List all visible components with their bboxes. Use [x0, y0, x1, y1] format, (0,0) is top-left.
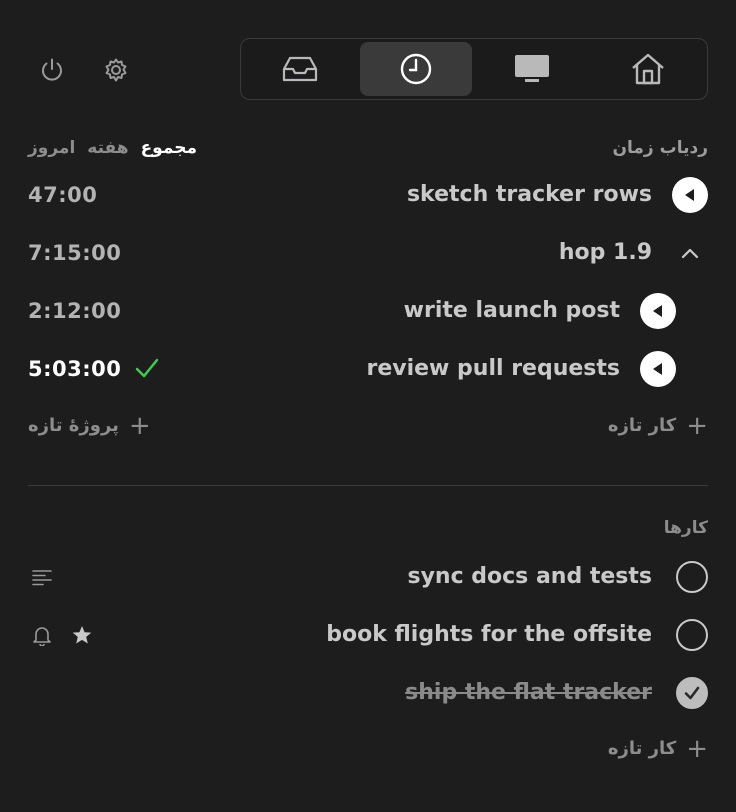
range-total[interactable]: مجموع: [141, 138, 197, 158]
task-item: book flights for the offsite: [0, 615, 736, 655]
tab-timer[interactable]: [360, 42, 472, 96]
range-selector: مجموع هفته امروز: [28, 138, 197, 158]
gear-icon: [105, 58, 127, 82]
task-checkbox[interactable]: [676, 561, 708, 593]
row-name[interactable]: sketch tracker rows: [407, 175, 652, 215]
task-checkbox-checked[interactable]: [676, 677, 708, 709]
checkmark-icon: [684, 686, 700, 700]
row-time: 2:12:00: [28, 299, 122, 323]
tab-home[interactable]: [592, 42, 704, 96]
star-icon[interactable]: [70, 623, 94, 647]
task-name[interactable]: book flights for the offsite: [326, 615, 652, 655]
tracker-row: 2:12:00 write launch post: [0, 291, 736, 331]
tracker-row: 47:00 sketch tracker rows: [0, 175, 736, 215]
task-item-done: ship the flat tracker: [0, 673, 736, 713]
tracker-row: 5:03:00 review pull requests: [0, 349, 736, 389]
power-button[interactable]: [34, 52, 70, 88]
plus-icon: +: [686, 411, 708, 441]
new-project-button[interactable]: + پروژهٔ تازه: [28, 411, 151, 441]
range-week[interactable]: هفته: [87, 138, 128, 158]
play-icon: [653, 305, 662, 317]
play-icon: [685, 189, 694, 201]
tab-screen[interactable]: [476, 42, 588, 96]
task-item: sync docs and tests: [0, 557, 736, 597]
task-checkbox[interactable]: [676, 619, 708, 651]
range-today[interactable]: امروز: [28, 138, 75, 158]
row-time: 47:00: [28, 183, 98, 207]
bell-icon[interactable]: [30, 623, 54, 647]
row-time: 7:15:00: [28, 241, 122, 265]
tasks-title: کارها: [663, 518, 708, 538]
inbox-icon: [282, 56, 318, 82]
row-name[interactable]: review pull requests: [366, 349, 620, 389]
new-project-label: پروژهٔ تازه: [28, 415, 119, 436]
tab-inbox[interactable]: [244, 42, 356, 96]
play-button[interactable]: [640, 351, 676, 387]
chevron-up-icon: [681, 248, 699, 259]
checkmark-icon: [135, 358, 159, 378]
tracker-title: ردیاب زمان: [612, 138, 708, 158]
home-icon: [632, 53, 664, 85]
row-time: 5:03:00: [28, 357, 122, 381]
monitor-icon: [515, 55, 549, 82]
task-name[interactable]: ship the flat tracker: [405, 673, 652, 713]
plus-icon: +: [128, 411, 151, 441]
play-button[interactable]: [640, 293, 676, 329]
settings-button[interactable]: [98, 52, 134, 88]
collapse-button[interactable]: [672, 235, 708, 271]
new-task-label: کار تازه: [607, 415, 677, 436]
power-icon: [42, 58, 62, 81]
row-name[interactable]: hop 1.9: [559, 233, 652, 273]
row-name[interactable]: write launch post: [404, 291, 620, 331]
tracker-row-project: 7:15:00 hop 1.9: [0, 233, 736, 273]
play-icon: [653, 363, 662, 375]
new-task-button-bottom[interactable]: + کار تازه: [608, 734, 708, 764]
view-switcher: [240, 38, 708, 100]
new-task-button[interactable]: + کار تازه: [608, 411, 708, 441]
play-button[interactable]: [672, 177, 708, 213]
new-task-label: کار تازه: [607, 738, 677, 759]
notes-icon[interactable]: [30, 565, 54, 589]
task-name[interactable]: sync docs and tests: [407, 557, 652, 597]
plus-icon: +: [686, 734, 708, 764]
clock-icon: [400, 53, 432, 85]
section-divider: [28, 485, 708, 486]
